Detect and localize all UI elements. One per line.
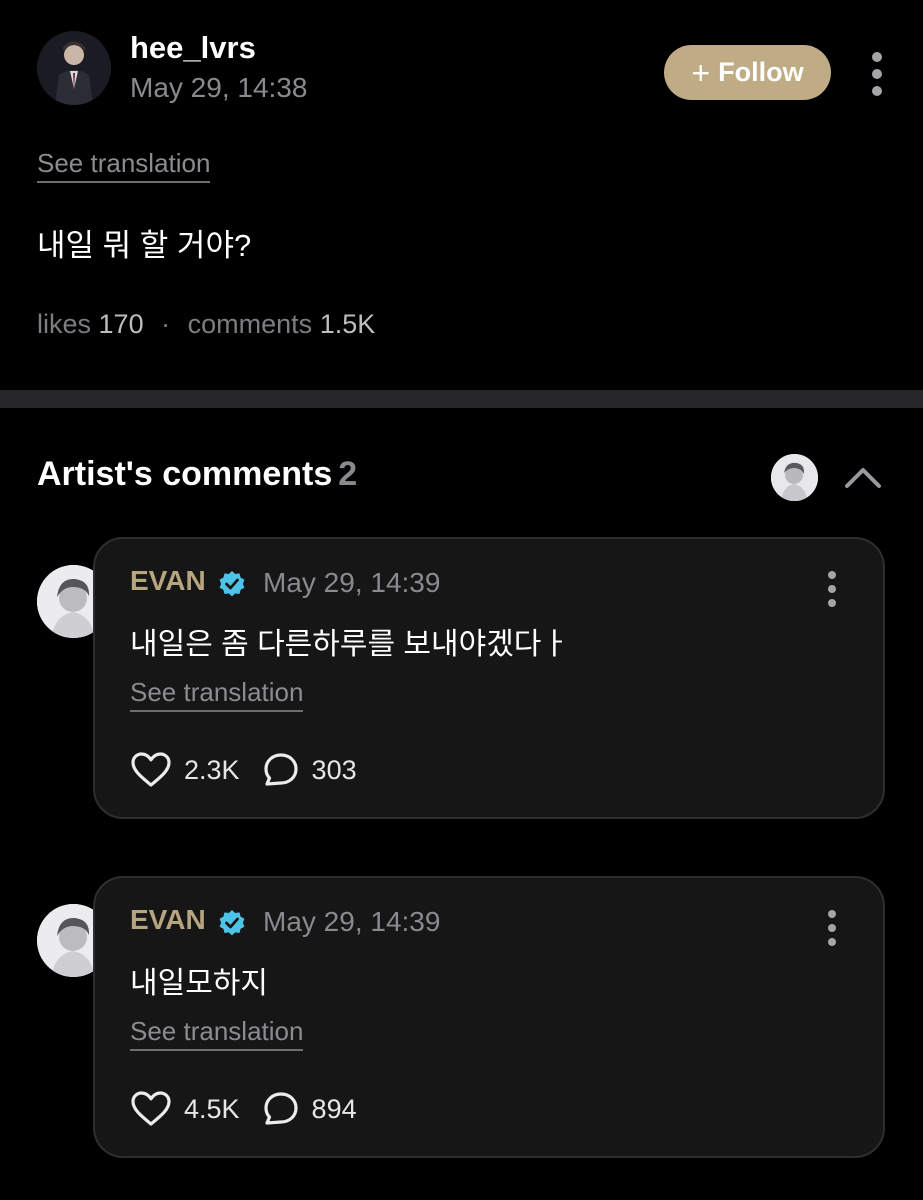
reply-count: 894 — [311, 1093, 357, 1124]
post: hee_lvrs May 29, 14:38 + Follow See tran… — [0, 0, 923, 390]
post-more-icon[interactable] — [867, 50, 887, 98]
comment-actions: 2.3K 303 — [130, 751, 357, 789]
heart-icon — [131, 1091, 171, 1126]
comment-see-translation-link[interactable]: See translation — [130, 1016, 304, 1051]
artist-comment-card[interactable]: EVAN May 29, 14:39 내일은 좀 다른하루를 보내야겠다ㅏ Se… — [93, 537, 885, 819]
comment-date: May 29, 14:39 — [263, 906, 441, 937]
artist-comments-title-text: Artist's comments — [37, 455, 333, 493]
like-button[interactable]: 4.5K — [130, 1090, 240, 1128]
author-avatar[interactable] — [37, 31, 111, 105]
like-count: 4.5K — [184, 1093, 240, 1124]
comment-bubble-icon — [263, 1092, 298, 1125]
comment-text: 내일은 좀 다른하루를 보내야겠다ㅏ — [130, 628, 570, 661]
post-text: 내일 뭐 할 거야? — [37, 228, 252, 263]
likes-label: likes — [37, 309, 92, 339]
comments-count: 1.5K — [319, 309, 376, 339]
follow-button[interactable]: + Follow — [664, 45, 831, 100]
comments-label: comments — [187, 309, 313, 339]
post-date: May 29, 14:38 — [130, 72, 308, 103]
comment-date: May 29, 14:39 — [263, 567, 441, 598]
comment-actions: 4.5K 894 — [130, 1090, 357, 1128]
verified-badge-icon — [219, 910, 245, 936]
heart-icon — [131, 752, 171, 787]
plus-icon: + — [691, 54, 711, 91]
like-button[interactable]: 2.3K — [130, 751, 240, 789]
reply-count: 303 — [311, 754, 357, 785]
verified-badge-icon — [219, 571, 245, 597]
comment-bubble-icon — [263, 753, 298, 786]
reply-button[interactable]: 894 — [262, 1090, 357, 1128]
like-count: 2.3K — [184, 754, 240, 785]
post-stats: likes 170 · comments 1.5K — [37, 309, 375, 340]
comment-author-name[interactable]: EVAN — [130, 565, 206, 597]
likes-count: 170 — [98, 309, 144, 339]
artist-avatar[interactable] — [771, 454, 818, 501]
artist-comment-card[interactable]: EVAN May 29, 14:39 내일모하지 See translation… — [93, 876, 885, 1158]
author-avatar-image — [37, 31, 111, 105]
comment-author-name[interactable]: EVAN — [130, 904, 206, 936]
post-see-translation-link[interactable]: See translation — [37, 148, 211, 183]
follow-label: Follow — [718, 57, 804, 87]
chevron-up-icon[interactable] — [841, 458, 885, 494]
section-divider — [0, 390, 923, 408]
comment-text: 내일모하지 — [130, 967, 268, 1000]
stats-separator: · — [161, 309, 171, 339]
comment-more-icon[interactable] — [822, 908, 842, 956]
artist-avatar-image — [771, 454, 818, 501]
author-name[interactable]: hee_lvrs — [130, 30, 256, 66]
comment-more-icon[interactable] — [822, 569, 842, 617]
artist-comments-count: 2 — [338, 455, 358, 493]
comment-see-translation-link[interactable]: See translation — [130, 677, 304, 712]
reply-button[interactable]: 303 — [262, 751, 357, 789]
artist-comments-title: Artist's comments 2 — [37, 455, 357, 494]
